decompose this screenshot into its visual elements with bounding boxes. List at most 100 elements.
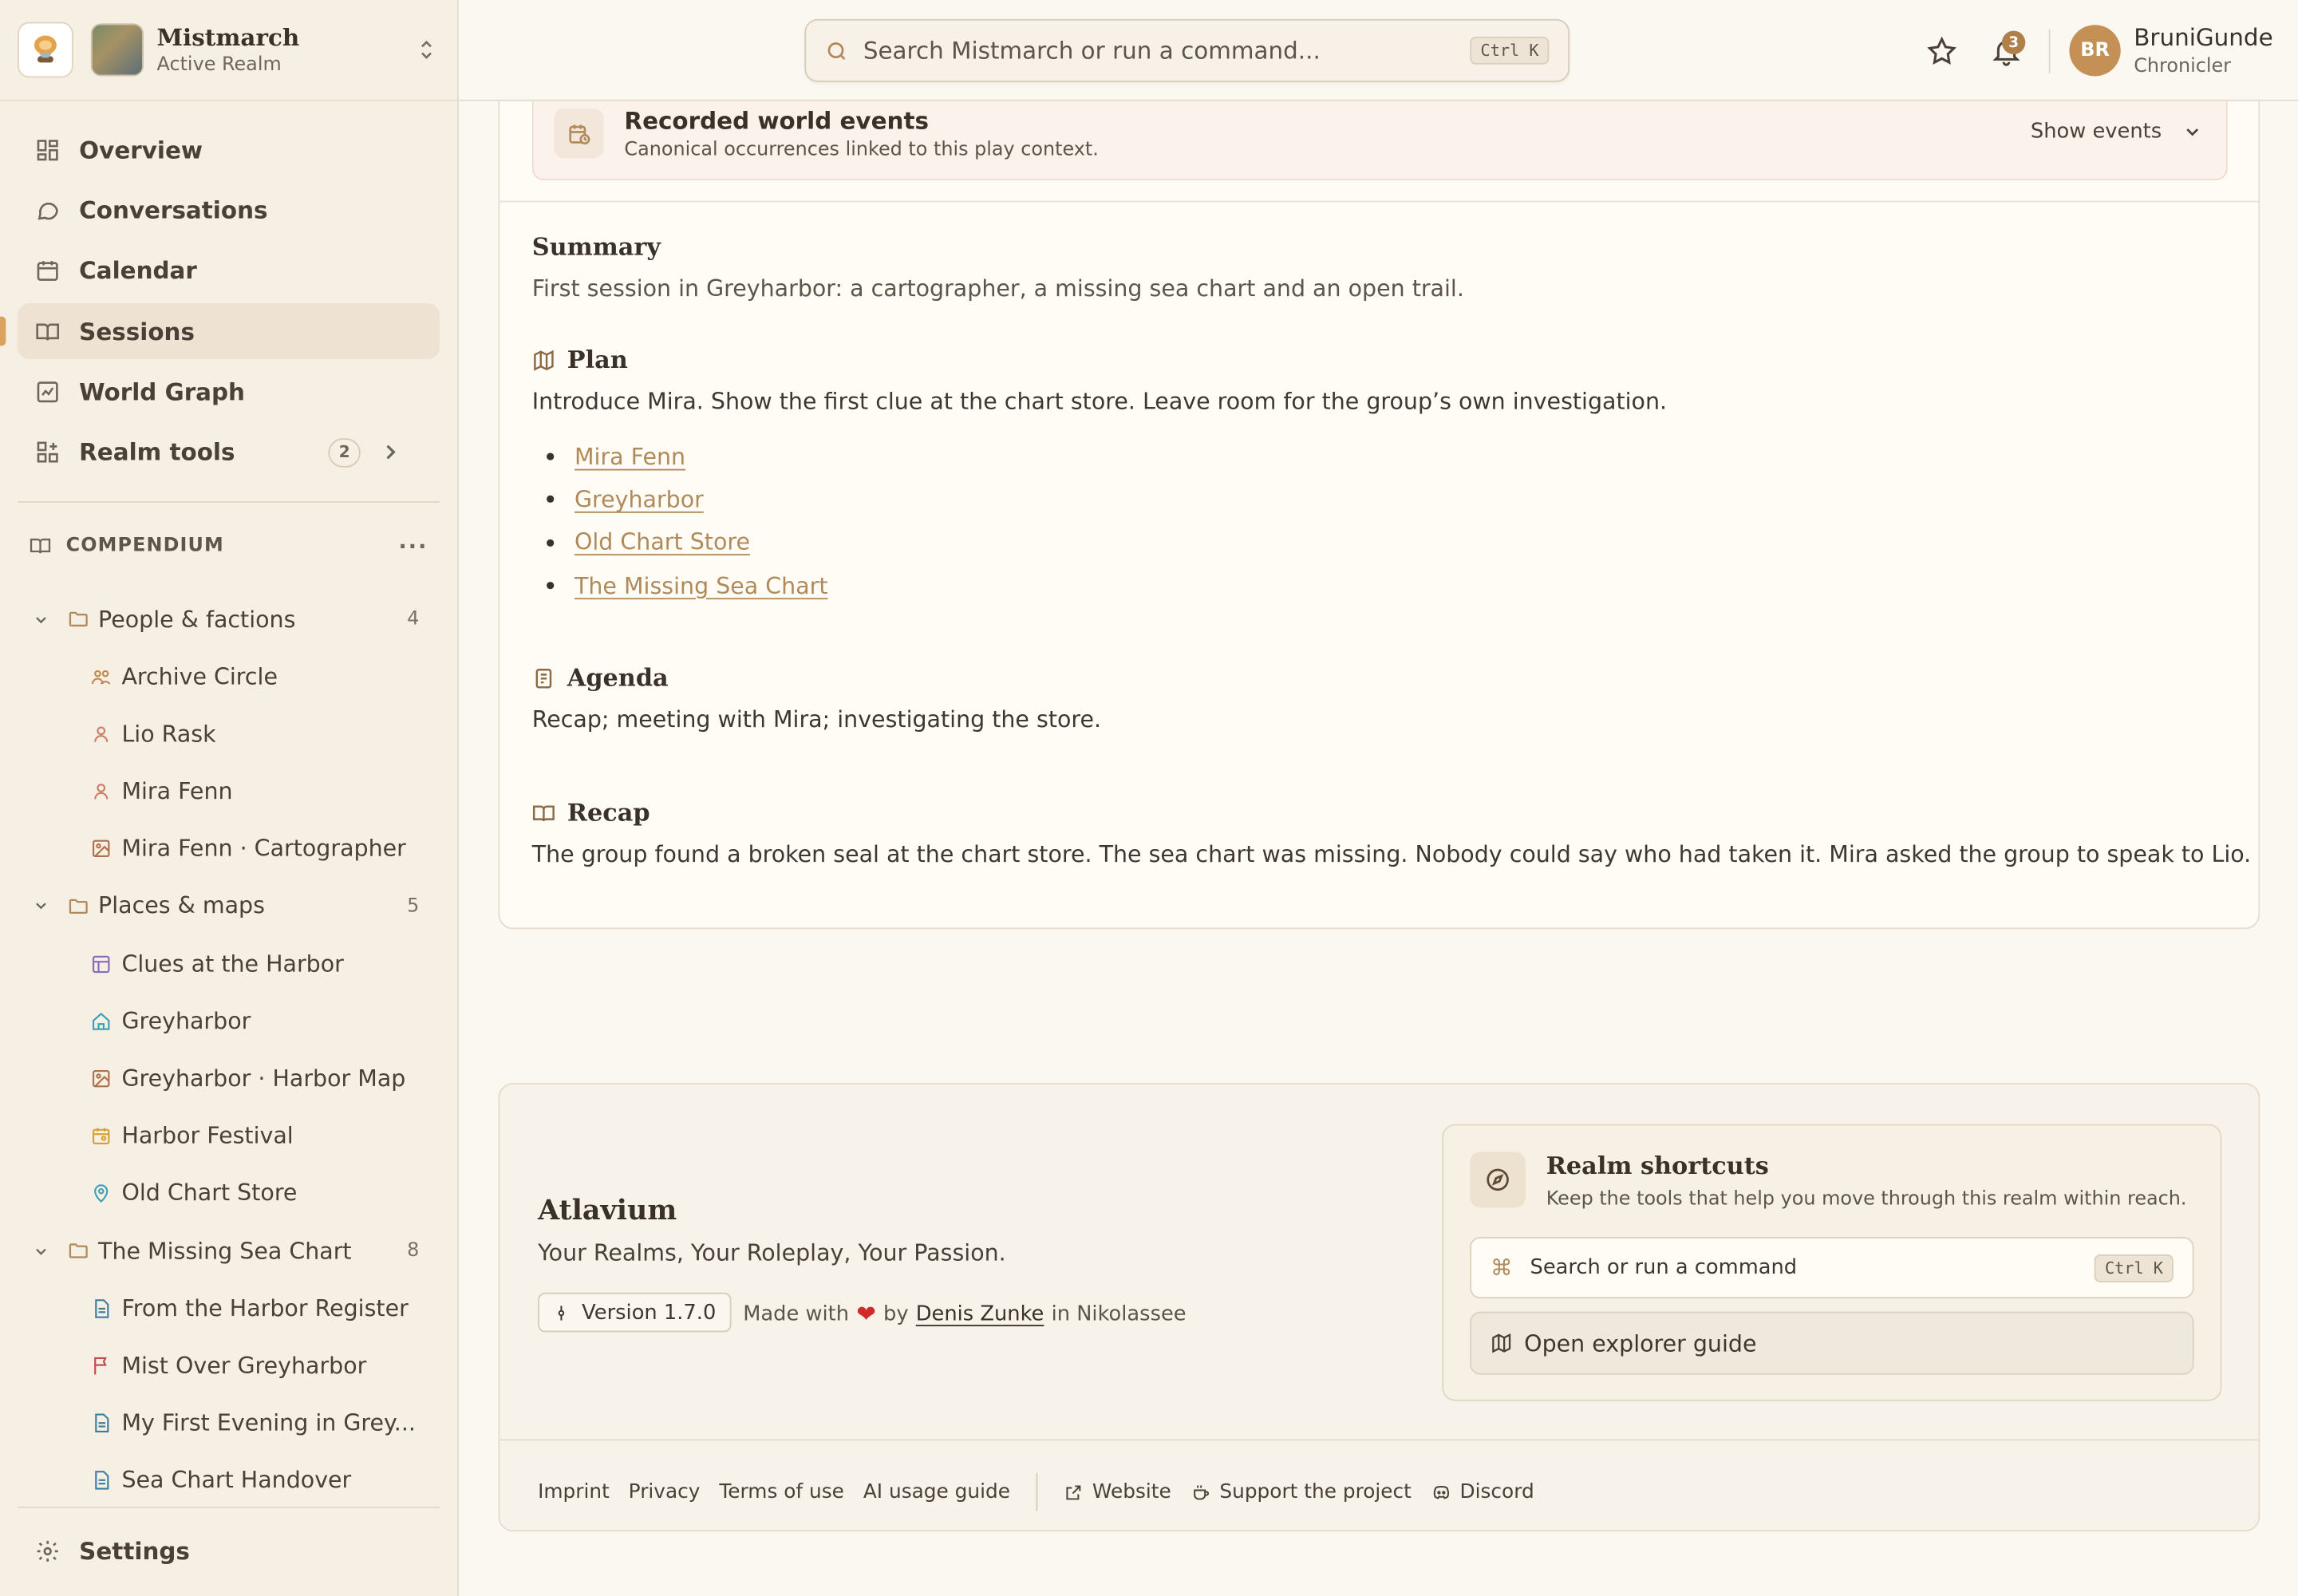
recap-heading: Recap: [532, 799, 650, 827]
nav-label: Realm tools: [79, 438, 235, 467]
tree-item[interactable]: Mist Over Greyharbor: [18, 1337, 440, 1395]
realm-shortcuts-panel: Realm shortcuts Keep the tools that help…: [1442, 1124, 2222, 1401]
image-icon: [93, 840, 110, 858]
git-commit-icon: [558, 1305, 565, 1320]
tree-item[interactable]: Greyharbor · Harbor Map: [18, 1050, 440, 1108]
nav-item-overview[interactable]: Overview: [18, 121, 440, 177]
plan-links: Mira Fenn Greyharbor Old Chart Store The…: [532, 435, 828, 606]
star-icon[interactable]: [1925, 35, 1957, 67]
nav-label: Sessions: [79, 317, 195, 346]
folder-label: The Missing Sea Chart: [98, 1238, 352, 1265]
open-explorer-guide-button[interactable]: Open explorer guide: [1470, 1311, 2194, 1375]
calendar-clock-icon: [568, 124, 590, 144]
nav-item-conversations[interactable]: Conversations: [18, 182, 440, 238]
summary-heading: Summary: [532, 233, 661, 261]
folder-people-factions[interactable]: People & factions 4: [18, 591, 440, 648]
tree-item[interactable]: Sea Chart Handover: [18, 1452, 440, 1510]
search-placeholder: Search Mistmarch or run a command...: [863, 36, 1321, 65]
grid-icon: [37, 139, 58, 160]
avatar[interactable]: BR: [2069, 25, 2121, 77]
summary-text: First session in Greyharbor: a cartograp…: [531, 275, 1464, 302]
tree-item[interactable]: Greyharbor: [18, 993, 440, 1050]
map-pin-icon: [94, 1185, 109, 1203]
sidebar: Mistmarch Active Realm Overview Conversa…: [0, 0, 459, 1596]
tree-item[interactable]: From the Harbor Register: [18, 1280, 440, 1337]
made-with-credit: Made with ❤ by Denis Zunke in Nikolassee: [743, 1300, 1186, 1328]
nav-item-world-graph[interactable]: World Graph: [18, 364, 440, 420]
image-icon: [93, 1070, 110, 1088]
chevron-down-icon: [36, 903, 46, 911]
chevron-right-icon: [386, 445, 396, 460]
table-icon: [93, 955, 110, 973]
count-badge: 2: [328, 438, 361, 468]
imprint-link[interactable]: Imprint: [538, 1480, 610, 1503]
coffee-icon: [1194, 1484, 1210, 1499]
show-events-button[interactable]: Show events: [2031, 120, 2203, 144]
document-icon: [95, 1471, 109, 1491]
folder-icon: [69, 899, 88, 915]
entity-link[interactable]: Mira Fenn: [574, 444, 685, 470]
top-bar: Search Mistmarch or run a command... Ctr…: [458, 0, 2298, 101]
events-title: Recorded world events: [624, 107, 929, 135]
tree-item[interactable]: Mira Fenn: [18, 763, 440, 820]
nav-item-realm-tools[interactable]: Realm tools 2: [18, 425, 440, 480]
realm-switcher[interactable]: Mistmarch Active Realm: [0, 0, 458, 101]
tree-item[interactable]: Old Chart Store: [18, 1165, 440, 1223]
tree-item[interactable]: Harbor Festival: [18, 1108, 440, 1165]
tree-item[interactable]: Lio Rask: [18, 705, 440, 763]
settings-label: Settings: [79, 1537, 190, 1566]
map-icon: [1492, 1333, 1511, 1353]
book-icon: [532, 804, 555, 821]
calendar-icon: [37, 261, 58, 282]
divider: [2048, 29, 2051, 73]
command-icon: ⌘: [1490, 1254, 1513, 1282]
entity-link[interactable]: Old Chart Store: [574, 529, 750, 555]
entity-link[interactable]: Greyharbor: [574, 487, 704, 513]
agenda-text: Recap; meeting with Mira; investigating …: [531, 706, 1102, 733]
chevron-down-icon: [36, 616, 46, 623]
graph-icon: [37, 381, 58, 403]
website-link[interactable]: Website: [1064, 1480, 1171, 1503]
folder-places-maps[interactable]: Places & maps 5: [18, 878, 440, 935]
compendium-title: COMPENDIUM: [65, 535, 224, 558]
main-nav: Overview Conversations Calendar Sessions…: [0, 101, 457, 481]
nav-item-sessions[interactable]: Sessions: [0, 303, 440, 360]
folder-missing-sea-chart[interactable]: The Missing Sea Chart 8: [18, 1223, 440, 1280]
user-name[interactable]: BruniGunde: [2134, 23, 2272, 51]
tools-icon: [37, 442, 58, 464]
terms-link[interactable]: Terms of use: [719, 1480, 844, 1503]
nav-item-calendar[interactable]: Calendar: [18, 243, 440, 298]
person-icon: [94, 784, 109, 800]
tree-item-label: Clues at the Harbor: [121, 950, 344, 978]
tree-item[interactable]: Clues at the Harbor: [18, 935, 440, 993]
version-badge[interactable]: Version 1.7.0: [538, 1292, 731, 1333]
folder-label: People & factions: [98, 606, 296, 633]
tree-item-label: Lio Rask: [121, 721, 216, 748]
tree-item-label: Harbor Festival: [121, 1123, 294, 1150]
tree-item-label: Mist Over Greyharbor: [121, 1353, 367, 1380]
entity-link[interactable]: The Missing Sea Chart: [574, 572, 828, 598]
document-icon: [95, 1298, 109, 1318]
global-search[interactable]: Search Mistmarch or run a command... Ctr…: [804, 18, 1570, 82]
privacy-link[interactable]: Privacy: [629, 1480, 701, 1503]
checklist-icon: [535, 668, 552, 688]
support-link[interactable]: Support the project: [1191, 1480, 1412, 1503]
ai-usage-link[interactable]: AI usage guide: [863, 1480, 1010, 1503]
tree-item[interactable]: My First Evening in Grey...: [18, 1395, 440, 1452]
tree-item[interactable]: Mira Fenn · Cartographer: [18, 820, 440, 878]
made-by: by: [883, 1302, 909, 1326]
folder-icon: [69, 611, 88, 627]
person-icon: [94, 726, 109, 742]
more-options-button[interactable]: ···: [398, 533, 428, 559]
footer-tagline: Your Realms, Your Roleplay, Your Passion…: [538, 1239, 1006, 1266]
discord-link[interactable]: Discord: [1432, 1480, 1534, 1503]
author-link[interactable]: Denis Zunke: [916, 1302, 1044, 1325]
tree-item[interactable]: Archive Circle: [18, 648, 440, 705]
tree-item-label: From the Harbor Register: [121, 1295, 409, 1322]
nav-label: World Graph: [79, 377, 245, 406]
compass-icon: [1487, 1168, 1509, 1191]
discord-icon: [1433, 1485, 1450, 1499]
nav-item-settings[interactable]: Settings: [18, 1506, 440, 1594]
chevron-up-down-icon[interactable]: [413, 37, 440, 63]
shortcuts-search[interactable]: ⌘ Search or run a command Ctrl K: [1470, 1237, 2194, 1299]
